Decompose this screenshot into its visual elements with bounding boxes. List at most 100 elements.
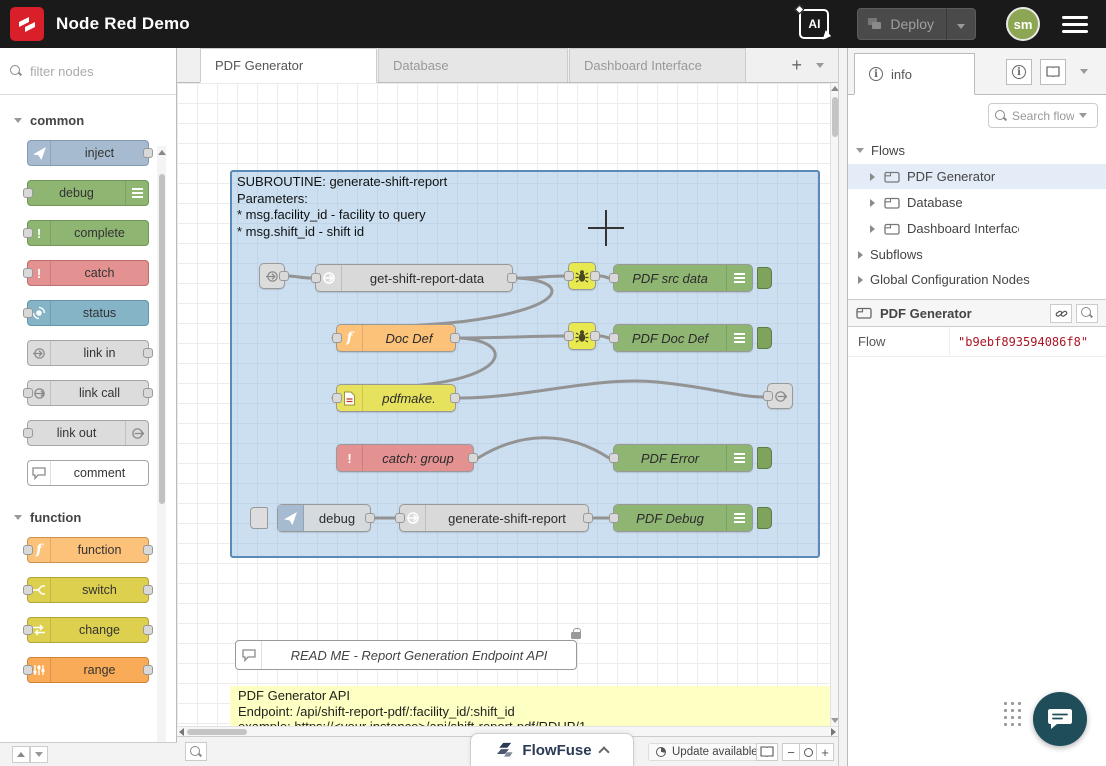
user-avatar[interactable]: sm — [1006, 7, 1040, 41]
zoom-controls: − + — [783, 743, 834, 761]
flow-canvas[interactable]: SUBROUTINE: generate-shift-report Parame… — [177, 83, 830, 726]
node-debug-pdf-doc-def[interactable]: PDF Doc Def — [613, 324, 753, 352]
search-icon — [10, 65, 22, 77]
scroll-right-arrow[interactable] — [831, 728, 836, 736]
main-menu-button[interactable] — [1062, 16, 1088, 33]
search-flow-button[interactable] — [1076, 304, 1098, 323]
zoom-out-button[interactable]: − — [782, 743, 800, 761]
palette-filter-input[interactable] — [30, 64, 150, 79]
canvas-vertical-scrollbar[interactable] — [830, 83, 838, 726]
sparkle-icon — [795, 5, 805, 15]
catch-icon: ! — [337, 445, 363, 471]
scroll-left-arrow[interactable] — [179, 728, 184, 736]
tree-subflows[interactable]: Subflows — [848, 242, 1106, 267]
sidebar-tab-help-button[interactable] — [1040, 59, 1066, 85]
palette-node-debug[interactable]: debug — [27, 180, 149, 206]
zoom-in-button[interactable]: + — [816, 743, 834, 761]
info-sidebar: i info i Flows — [848, 48, 1106, 766]
node-comment-readme[interactable]: READ ME - Report Generation Endpoint API — [235, 640, 577, 670]
scroll-up-arrow[interactable] — [158, 150, 166, 155]
tab-list-caret[interactable] — [816, 63, 824, 68]
flow-property-row: Flow "b9ebf893594086f8" — [848, 327, 1106, 357]
debug-toggle-pdf-src-data[interactable] — [757, 267, 772, 289]
horizontal-scroll-thumb[interactable] — [187, 729, 247, 735]
tree-flows-root[interactable]: Flows — [848, 138, 1106, 163]
node-debug-pdf-debug[interactable]: PDF Debug — [613, 504, 753, 532]
node-red-logo[interactable] — [10, 7, 44, 41]
tree-global-config-nodes[interactable]: Global Configuration Nodes — [848, 267, 1106, 292]
node-function-doc-def[interactable]: f Doc Def — [336, 324, 456, 352]
chat-icon — [1047, 707, 1073, 731]
palette-node-comment[interactable]: comment — [27, 460, 149, 486]
palette-scrollbar-thumb[interactable] — [159, 174, 165, 504]
tab-dashboard-interface[interactable]: Dashboard Interface — [569, 48, 746, 82]
debug-toggle-pdf-debug[interactable] — [757, 507, 772, 529]
palette-node-catch[interactable]: ! catch — [27, 260, 149, 286]
zoom-reset-button[interactable] — [799, 743, 817, 761]
palette-scrollbar[interactable] — [157, 146, 166, 766]
search-flows-input[interactable] — [1012, 109, 1074, 123]
node-get-shift-report-data[interactable]: get-shift-report-data — [315, 264, 513, 292]
palette-node-link-out[interactable]: link out — [27, 420, 149, 446]
node-debugger-breakpoint-2[interactable] — [568, 322, 596, 350]
palette-collapse-button[interactable] — [12, 746, 30, 763]
tree-flow-pdf-generator[interactable]: PDF Generator — [848, 164, 1106, 189]
tab-pdf-generator[interactable]: PDF Generator — [200, 48, 377, 83]
search-flows-box — [988, 103, 1098, 128]
node-link-out[interactable] — [767, 383, 793, 409]
deploy-button[interactable]: Deploy — [857, 8, 976, 40]
node-debugger-breakpoint-1[interactable] — [568, 262, 596, 290]
debug-menu-icon — [726, 325, 752, 351]
flowfuse-button[interactable]: FlowFuse — [470, 733, 634, 766]
search-flows-button[interactable] — [185, 742, 207, 761]
node-debug-pdf-error[interactable]: PDF Error — [613, 444, 753, 472]
node-link-in[interactable] — [259, 263, 285, 289]
deploy-options-caret[interactable] — [947, 16, 975, 32]
node-inject-debug[interactable]: debug — [277, 504, 371, 532]
sidebar-tab-menu-caret[interactable] — [1080, 69, 1088, 74]
flow-icon — [884, 171, 900, 183]
update-available-button[interactable]: Update available — [648, 743, 766, 761]
palette-expand-button[interactable] — [30, 746, 48, 763]
header: Node Red Demo AI Deploy sm — [0, 0, 1106, 48]
palette-node-link-call[interactable]: link call — [27, 380, 149, 406]
lock-icon — [571, 628, 581, 639]
palette-node-complete[interactable]: ! complete — [27, 220, 149, 246]
sidebar-tab-info[interactable]: i info — [854, 53, 975, 95]
palette-node-change[interactable]: change — [27, 617, 149, 643]
chat-widget-button[interactable] — [1033, 692, 1087, 746]
flow-detail-header: PDF Generator — [848, 299, 1106, 327]
search-options-caret[interactable] — [1079, 113, 1087, 118]
wires-layer — [177, 83, 830, 726]
debug-toggle-pdf-error[interactable] — [757, 447, 772, 469]
node-catch-group[interactable]: ! catch: group — [336, 444, 474, 472]
inject-trigger-button[interactable] — [250, 507, 268, 529]
palette-node-link-in[interactable]: link in — [27, 340, 149, 366]
add-flow-button[interactable]: + — [791, 56, 802, 74]
ai-assistant-button[interactable]: AI — [799, 9, 829, 39]
chevron-down-icon — [856, 148, 864, 153]
search-icon — [995, 110, 1007, 122]
tree-flow-database[interactable]: Database — [848, 190, 1106, 215]
sidebar-tab-info-button[interactable]: i — [1006, 59, 1032, 85]
node-link-call-generate-shift-report[interactable]: generate-shift-report — [399, 504, 589, 532]
book-icon — [1046, 66, 1060, 78]
palette-category-function[interactable]: function — [0, 500, 176, 537]
node-debug-pdf-src-data[interactable]: PDF src data — [613, 264, 753, 292]
palette-category-common[interactable]: common — [0, 103, 176, 140]
tab-database[interactable]: Database — [378, 48, 568, 82]
flow-id-value: "b9ebf893594086f8" — [950, 335, 1088, 349]
guide-book-button[interactable] — [756, 743, 778, 761]
node-pdfmake[interactable]: pdfmake. — [336, 384, 456, 412]
debug-toggle-pdf-doc-def[interactable] — [757, 327, 772, 349]
tree-flow-dashboard-interface[interactable]: Dashboard Interface — [848, 216, 1106, 241]
palette-node-switch[interactable]: switch — [27, 577, 149, 603]
drag-handle-dots[interactable] — [1002, 700, 1022, 728]
palette-node-range[interactable]: range — [27, 657, 149, 683]
sidebar-resize-handle[interactable] — [838, 48, 848, 766]
palette-node-inject[interactable]: inject — [27, 140, 149, 166]
api-note[interactable]: PDF Generator API Endpoint: /api/shift-r… — [230, 686, 830, 726]
palette-node-function[interactable]: f function — [27, 537, 149, 563]
copy-link-button[interactable] — [1050, 304, 1072, 323]
palette-node-status[interactable]: status — [27, 300, 149, 326]
